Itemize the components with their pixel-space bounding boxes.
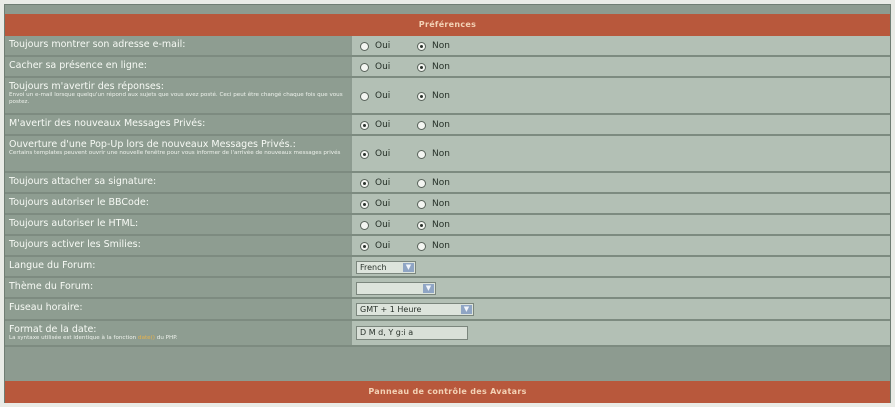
- radio-option-non[interactable]: Non: [417, 62, 450, 72]
- radio-option-non[interactable]: Non: [417, 41, 450, 51]
- radio-label: Non: [432, 120, 450, 130]
- timezone-select[interactable]: GMT + 1 Heure ▼: [356, 303, 474, 316]
- language-label: Langue du Forum:: [9, 260, 96, 271]
- theme-select[interactable]: ▼: [356, 282, 436, 295]
- radio-label: Oui: [375, 91, 391, 101]
- radio-button[interactable]: [417, 178, 426, 188]
- preference-row: Toujours activer les Smilies: Oui Non: [5, 236, 890, 257]
- preference-label: Toujours autoriser le HTML:: [9, 218, 139, 229]
- dateformat-desc: La syntaxe utilisée est identique à la f…: [9, 335, 178, 341]
- preferences-rows: Toujours montrer son adresse e-mail: Oui N…: [5, 36, 890, 347]
- preference-row: Toujours montrer son adresse e-mail: Oui N…: [5, 36, 890, 57]
- chevron-down-icon: ▼: [461, 305, 472, 314]
- timezone-select-value: GMT + 1 Heure: [360, 305, 422, 314]
- preference-label: Toujours autoriser le BBCode:: [9, 197, 149, 208]
- radio-button[interactable]: [360, 149, 369, 159]
- chevron-down-icon: ▼: [423, 284, 434, 293]
- radio-button[interactable]: [417, 220, 426, 230]
- radio-option-non[interactable]: Non: [417, 91, 450, 101]
- radio-option-oui[interactable]: Oui: [360, 62, 390, 72]
- preference-row: Toujours attacher sa signature: Oui Non: [5, 173, 890, 194]
- radio-button[interactable]: [360, 220, 369, 230]
- radio-option-oui[interactable]: Oui: [360, 241, 390, 251]
- chevron-down-icon: ▼: [403, 263, 414, 272]
- preference-row: M'avertir des nouveaux Messages Privés: O…: [5, 115, 890, 136]
- radio-label: Non: [432, 220, 450, 230]
- preference-description: Envoi un e-mail lorsque quelqu'un répond…: [9, 92, 343, 105]
- radio-label: Oui: [375, 41, 391, 51]
- theme-label: Thème du Forum:: [9, 281, 94, 292]
- radio-option-non[interactable]: Non: [417, 199, 450, 209]
- row-dateformat: Format de la date: La syntaxe utilisée e…: [5, 321, 890, 347]
- radio-label: Oui: [375, 149, 391, 159]
- preference-label: Toujours montrer son adresse e-mail:: [9, 39, 186, 50]
- language-select-value: French: [360, 263, 387, 272]
- radio-button[interactable]: [417, 241, 426, 251]
- dateformat-input[interactable]: D M d, Y g:i a: [356, 326, 468, 340]
- radio-button[interactable]: [417, 41, 426, 51]
- radio-label: Non: [432, 149, 450, 159]
- radio-button[interactable]: [360, 199, 369, 209]
- radio-label: Non: [432, 41, 450, 51]
- radio-button[interactable]: [417, 120, 426, 130]
- radio-label: Oui: [375, 120, 391, 130]
- php-date-link[interactable]: date(): [138, 335, 155, 341]
- preference-row: Toujours autoriser le HTML: Oui Non: [5, 215, 890, 236]
- radio-label: Oui: [375, 220, 391, 230]
- preference-label: Toujours attacher sa signature:: [9, 176, 157, 187]
- radio-button[interactable]: [417, 149, 426, 159]
- radio-label: Oui: [375, 178, 391, 188]
- radio-label: Non: [432, 178, 450, 188]
- radio-button[interactable]: [360, 62, 369, 72]
- radio-label: Oui: [375, 62, 391, 72]
- row-timezone: Fuseau horaire: GMT + 1 Heure ▼: [5, 299, 890, 321]
- radio-button[interactable]: [360, 178, 369, 188]
- radio-option-non[interactable]: Non: [417, 178, 450, 188]
- preference-row: Ouverture d'une Pop-Up lors de nouveaux …: [5, 136, 890, 173]
- radio-option-oui[interactable]: Oui: [360, 120, 390, 130]
- radio-button[interactable]: [417, 91, 426, 101]
- row-language: Langue du Forum: French ▼: [5, 257, 890, 278]
- radio-button[interactable]: [417, 199, 426, 209]
- radio-button[interactable]: [417, 62, 426, 72]
- radio-label: Oui: [375, 241, 391, 251]
- row-theme: Thème du Forum: ▼: [5, 278, 890, 299]
- preference-row: Toujours autoriser le BBCode: Oui Non: [5, 194, 890, 215]
- preference-label: Cacher sa présence en ligne:: [9, 60, 147, 71]
- timezone-label: Fuseau horaire:: [9, 302, 83, 313]
- radio-option-oui[interactable]: Oui: [360, 91, 390, 101]
- radio-button[interactable]: [360, 241, 369, 251]
- preference-label: M'avertir des nouveaux Messages Privés:: [9, 118, 206, 129]
- radio-option-oui[interactable]: Oui: [360, 149, 390, 159]
- preference-row: Toujours m'avertir des réponses: Envoi un…: [5, 78, 890, 115]
- radio-option-oui[interactable]: Oui: [360, 199, 390, 209]
- preference-label: Toujours m'avertir des réponses:: [9, 81, 164, 92]
- preference-label: Toujours activer les Smilies:: [9, 239, 141, 250]
- preferences-panel: Préférences Toujours montrer son adresse…: [4, 4, 891, 403]
- radio-option-non[interactable]: Non: [417, 220, 450, 230]
- dateformat-label: Format de la date:: [9, 324, 97, 335]
- panel-title: Préférences: [5, 14, 890, 36]
- language-select[interactable]: French ▼: [356, 261, 416, 274]
- radio-label: Non: [432, 241, 450, 251]
- radio-option-non[interactable]: Non: [417, 241, 450, 251]
- radio-button[interactable]: [360, 41, 369, 51]
- radio-label: Oui: [375, 199, 391, 209]
- radio-label: Non: [432, 199, 450, 209]
- preference-label: Ouverture d'une Pop-Up lors de nouveaux …: [9, 139, 296, 150]
- avatar-panel-title: Panneau de contrôle des Avatars: [5, 381, 890, 403]
- radio-label: Non: [432, 91, 450, 101]
- radio-option-non[interactable]: Non: [417, 149, 450, 159]
- radio-option-non[interactable]: Non: [417, 120, 450, 130]
- radio-option-oui[interactable]: Oui: [360, 41, 390, 51]
- radio-button[interactable]: [360, 120, 369, 130]
- radio-label: Non: [432, 62, 450, 72]
- preference-row: Cacher sa présence en ligne: Oui Non: [5, 57, 890, 78]
- radio-option-oui[interactable]: Oui: [360, 178, 390, 188]
- preference-description: Certains templates peuvent ouvrir une no…: [9, 150, 341, 156]
- radio-option-oui[interactable]: Oui: [360, 220, 390, 230]
- radio-button[interactable]: [360, 91, 369, 101]
